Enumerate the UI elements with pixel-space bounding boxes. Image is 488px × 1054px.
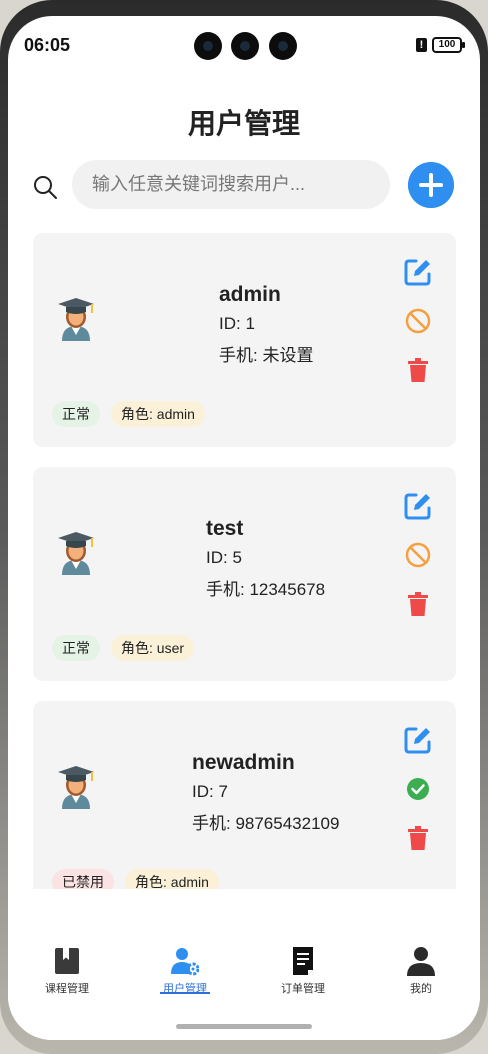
user-list[interactable]: admin ID: 1 手机: 未设置 正常 角色: admin test ID… xyxy=(33,233,456,889)
device-frame: 06:05 ! 100 用户管理 输入任意关键词搜索用户... admin ID… xyxy=(0,0,488,1054)
search-input[interactable] xyxy=(72,160,390,209)
tab-users[interactable]: 用户管理 xyxy=(145,946,225,996)
role-badge: 角色: admin xyxy=(111,401,205,427)
search-icon[interactable] xyxy=(32,174,58,200)
card-actions xyxy=(403,257,433,404)
person-icon xyxy=(407,947,435,976)
user-name: test xyxy=(206,517,244,540)
user-name: admin xyxy=(219,283,281,306)
status-badge: 正常 xyxy=(52,635,100,661)
add-user-button[interactable] xyxy=(408,162,454,208)
user-card[interactable]: newadmin ID: 7 手机: 98765432109 已禁用 角色: a… xyxy=(33,701,456,889)
user-phone: 手机: 98765432109 xyxy=(192,814,340,833)
student-avatar-icon xyxy=(58,766,94,809)
camera-icon xyxy=(231,32,259,60)
ban-icon[interactable] xyxy=(403,306,433,336)
delete-icon[interactable] xyxy=(403,823,433,853)
role-badge: 角色: user xyxy=(111,635,195,661)
user-phone: 手机: 12345678 xyxy=(206,580,326,599)
status-bar: 06:05 ! 100 xyxy=(8,16,480,72)
document-icon xyxy=(293,947,313,975)
camera-icon xyxy=(194,32,222,60)
user-info: newadmin ID: 7 手机: 98765432109 xyxy=(192,751,339,833)
user-name: newadmin xyxy=(192,751,295,774)
tab-me[interactable]: 我的 xyxy=(381,946,461,996)
role-badge: 角色: admin xyxy=(125,869,219,889)
status-time: 06:05 xyxy=(24,35,71,55)
tab-courses[interactable]: 课程管理 xyxy=(27,946,107,996)
student-avatar-icon xyxy=(58,298,94,341)
user-info: test ID: 5 手机: 12345678 xyxy=(206,517,325,599)
check-circle-icon[interactable] xyxy=(403,774,433,804)
user-card[interactable]: test ID: 5 手机: 12345678 正常 角色: user xyxy=(33,467,456,681)
user-card[interactable]: admin ID: 1 手机: 未设置 正常 角色: admin xyxy=(33,233,456,447)
delete-icon[interactable] xyxy=(403,355,433,385)
student-avatar-icon xyxy=(58,532,94,575)
tab-label: 课程管理 xyxy=(45,983,89,995)
battery-icon: 100 xyxy=(432,37,465,53)
user-phone: 手机: 未设置 xyxy=(219,346,314,365)
home-indicator[interactable] xyxy=(176,1024,312,1029)
tab-label: 我的 xyxy=(410,983,432,995)
page-title: 用户管理 xyxy=(187,108,300,139)
alert-icon: ! xyxy=(416,38,427,52)
screen: 06:05 ! 100 用户管理 输入任意关键词搜索用户... admin ID… xyxy=(8,16,480,1040)
camera-icon xyxy=(269,32,297,60)
ban-icon[interactable] xyxy=(403,540,433,570)
user-id: ID: 5 xyxy=(206,548,242,567)
user-id: ID: 1 xyxy=(219,314,255,333)
user-id: ID: 7 xyxy=(192,782,228,801)
book-icon xyxy=(55,948,79,974)
tab-label: 订单管理 xyxy=(281,983,325,995)
active-tab-indicator xyxy=(160,992,210,994)
edit-icon[interactable] xyxy=(403,725,433,755)
card-actions xyxy=(403,725,433,872)
delete-icon[interactable] xyxy=(403,589,433,619)
card-actions xyxy=(403,491,433,638)
status-badge: 正常 xyxy=(52,401,100,427)
tab-orders[interactable]: 订单管理 xyxy=(263,946,343,996)
status-badge: 已禁用 xyxy=(52,869,114,889)
edit-icon[interactable] xyxy=(403,491,433,521)
edit-icon[interactable] xyxy=(403,257,433,287)
user-settings-icon xyxy=(171,948,199,976)
user-info: admin ID: 1 手机: 未设置 xyxy=(219,283,313,365)
